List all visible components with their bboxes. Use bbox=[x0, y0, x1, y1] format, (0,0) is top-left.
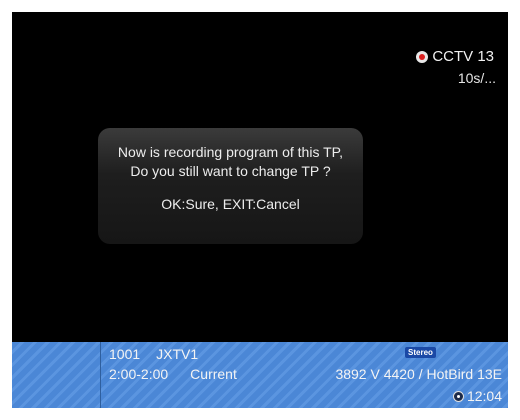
transponder-info: 3892 V 4420 / HotBird 13E bbox=[335, 366, 502, 382]
recording-indicator: CCTV 13 bbox=[416, 48, 494, 65]
program-time: 2:00-2:00 bbox=[109, 366, 169, 382]
dialog-message: Now is recording program of this TP, Do … bbox=[117, 144, 344, 179]
tv-screen: CCTV 13 10s/... Now is recording program… bbox=[12, 12, 508, 408]
change-tp-dialog: Now is recording program of this TP, Do … bbox=[98, 128, 363, 244]
service-line: 1001 JXTV1 bbox=[109, 346, 198, 362]
service-name: JXTV1 bbox=[156, 346, 199, 362]
recording-channel: CCTV 13 bbox=[432, 48, 494, 65]
dialog-options[interactable]: OK:Sure, EXIT:Cancel bbox=[98, 195, 363, 214]
clock: 12:04 bbox=[452, 388, 502, 404]
epg-status: Current bbox=[190, 366, 237, 382]
recording-elapsed: 10s/... bbox=[457, 70, 496, 86]
stereo-badge: Stereo bbox=[405, 347, 436, 358]
service-number: 1001 bbox=[109, 346, 141, 362]
epg-line: 2:00-2:00 Current bbox=[109, 366, 237, 382]
clock-time: 12:04 bbox=[466, 388, 502, 404]
timer-icon bbox=[452, 390, 464, 402]
record-icon bbox=[416, 50, 429, 63]
infobar-divider bbox=[100, 342, 101, 408]
channel-info-bar: 1001 JXTV1 2:00-2:00 Current Stereo 3892 V… bbox=[12, 342, 508, 408]
